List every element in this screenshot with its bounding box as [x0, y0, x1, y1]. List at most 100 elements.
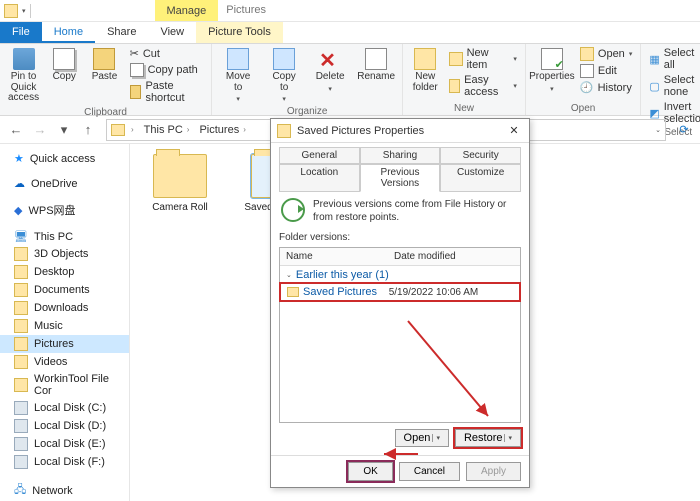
paste-button[interactable]: Paste	[87, 46, 121, 85]
up-button[interactable]: ↑	[78, 120, 98, 140]
version-group[interactable]: ⌄Earlier this year (1)	[280, 266, 520, 284]
paste-shortcut-button[interactable]: Paste shortcut	[128, 79, 206, 105]
cloud-icon: ☁	[14, 177, 25, 190]
sidebar-item[interactable]: 3D Objects	[0, 245, 129, 263]
ok-button[interactable]: OK	[348, 462, 392, 481]
sidebar-quick-access[interactable]: ★Quick access	[0, 150, 129, 167]
qat-dropdown-icon[interactable]: ▾	[22, 7, 26, 15]
title-bar: ▾ Manage Pictures	[0, 0, 700, 22]
pin-to-quick-access-button[interactable]: Pin to Quick access	[6, 46, 41, 106]
tab-security[interactable]: Security	[440, 147, 521, 164]
folder-icon	[287, 287, 299, 297]
select-all-button[interactable]: ▦Select all	[647, 46, 700, 72]
dialog-titlebar: Saved Pictures Properties ✕	[271, 119, 529, 143]
cut-button[interactable]: ✂Cut	[128, 46, 206, 61]
copy-path-button[interactable]: Copy path	[128, 62, 206, 78]
folder-icon	[277, 124, 291, 138]
sidebar-item[interactable]: Music	[0, 317, 129, 335]
easy-access-button[interactable]: Easy access▾	[447, 73, 519, 99]
network-icon: 🖧	[14, 481, 26, 500]
tab-picture-tools[interactable]: Picture Tools	[196, 22, 283, 43]
select-none-button[interactable]: ▢Select none	[647, 73, 700, 99]
sidebar-item[interactable]: WorkinTool File Cor	[0, 371, 129, 399]
group-new: New folder New item▾ Easy access▾ New	[403, 44, 526, 115]
copy-path-icon	[130, 63, 144, 77]
sidebar-item[interactable]: Local Disk (D:)	[0, 417, 129, 435]
easy-access-icon	[449, 79, 460, 93]
open-version-button[interactable]: Open▾	[395, 429, 449, 447]
version-row[interactable]: Saved Pictures 5/19/2022 10:06 AM	[281, 284, 519, 300]
folder-icon	[14, 337, 28, 351]
history-button[interactable]: 🕘History	[578, 80, 634, 95]
open-button[interactable]: Open▾	[578, 46, 634, 62]
folder-icon	[153, 154, 207, 198]
sidebar-this-pc[interactable]: 🖥This PC	[0, 228, 129, 245]
sidebar-item[interactable]: Local Disk (F:)	[0, 453, 129, 471]
folder-icon	[14, 265, 28, 279]
folder-versions-list[interactable]: Name Date modified ⌄Earlier this year (1…	[279, 247, 521, 423]
drive-icon	[14, 401, 28, 415]
back-button[interactable]: ←	[6, 120, 26, 140]
new-folder-button[interactable]: New folder	[409, 46, 441, 95]
drive-icon	[14, 419, 28, 433]
folder-icon	[14, 355, 28, 369]
tab-location[interactable]: Location	[279, 164, 360, 192]
chevron-down-icon: ⌄	[286, 271, 292, 279]
recent-locations-button[interactable]: ▾	[54, 120, 74, 140]
sidebar-item[interactable]: Local Disk (E:)	[0, 435, 129, 453]
tab-customize[interactable]: Customize	[440, 164, 521, 192]
breadcrumb-pictures[interactable]: Pictures›	[195, 124, 249, 136]
sidebar-item[interactable]: Local Disk (C:)	[0, 399, 129, 417]
properties-button[interactable]: ✔Properties▾	[532, 46, 572, 95]
sidebar-onedrive[interactable]: ☁OneDrive	[0, 175, 129, 192]
folder-icon	[14, 301, 28, 315]
close-button[interactable]: ✕	[505, 124, 523, 137]
rename-button[interactable]: Rename	[356, 46, 396, 85]
properties-dialog: Saved Pictures Properties ✕ General Shar…	[270, 118, 530, 488]
breadcrumb-this-pc[interactable]: This PC›	[140, 124, 194, 136]
drive-icon	[14, 437, 28, 451]
edit-button[interactable]: Edit	[578, 63, 634, 79]
sidebar-item[interactable]: Desktop	[0, 263, 129, 281]
sidebar-item[interactable]: Downloads	[0, 299, 129, 317]
copy-button[interactable]: Copy	[47, 46, 81, 85]
folder-icon	[14, 378, 28, 392]
move-to-button[interactable]: Move to▾	[218, 46, 258, 105]
cancel-button[interactable]: Cancel	[399, 462, 460, 481]
edit-icon	[580, 64, 594, 78]
group-open: ✔Properties▾ Open▾ Edit 🕘History Open	[526, 44, 641, 115]
open-icon	[580, 47, 594, 61]
col-name[interactable]: Name	[280, 248, 388, 265]
sidebar-wps[interactable]: ◆WPS网盘	[0, 200, 129, 220]
tab-share[interactable]: Share	[95, 22, 148, 43]
dialog-tabs: General Sharing Security Location Previo…	[279, 147, 521, 192]
refresh-button[interactable]: ⟳	[674, 123, 694, 136]
folder-versions-label: Folder versions:	[279, 230, 521, 247]
tab-general[interactable]: General	[279, 147, 360, 164]
new-item-icon	[449, 52, 462, 66]
tab-sharing[interactable]: Sharing	[360, 147, 441, 164]
sidebar-network[interactable]: 🖧Network	[0, 479, 129, 501]
navigation-pane: ★Quick access ☁OneDrive ◆WPS网盘 🖥This PC …	[0, 144, 130, 501]
folder-icon	[111, 124, 125, 136]
window-title: Pictures	[218, 0, 274, 21]
sidebar-item-pictures[interactable]: Pictures	[0, 335, 129, 353]
select-none-icon: ▢	[649, 80, 659, 93]
new-item-button[interactable]: New item▾	[447, 46, 519, 72]
copy-to-button[interactable]: Copy to▾	[264, 46, 304, 105]
sidebar-item[interactable]: Documents	[0, 281, 129, 299]
chevron-down-icon[interactable]: ⌄	[655, 126, 661, 134]
tab-view[interactable]: View	[148, 22, 196, 43]
tab-home[interactable]: Home	[42, 22, 95, 43]
tab-file[interactable]: File	[0, 22, 42, 43]
delete-button[interactable]: ✕Delete▾	[310, 46, 350, 95]
restore-button[interactable]: Restore▾	[455, 429, 521, 447]
col-date[interactable]: Date modified	[388, 248, 520, 265]
tab-previous-versions[interactable]: Previous Versions	[360, 164, 441, 192]
group-organize: Move to▾ Copy to▾ ✕Delete▾ Rename Organi…	[212, 44, 403, 115]
folder-camera-roll[interactable]: Camera Roll	[140, 154, 220, 213]
list-header: Name Date modified	[280, 248, 520, 266]
forward-button[interactable]: →	[30, 120, 50, 140]
sidebar-item[interactable]: Videos	[0, 353, 129, 371]
apply-button[interactable]: Apply	[466, 462, 521, 481]
